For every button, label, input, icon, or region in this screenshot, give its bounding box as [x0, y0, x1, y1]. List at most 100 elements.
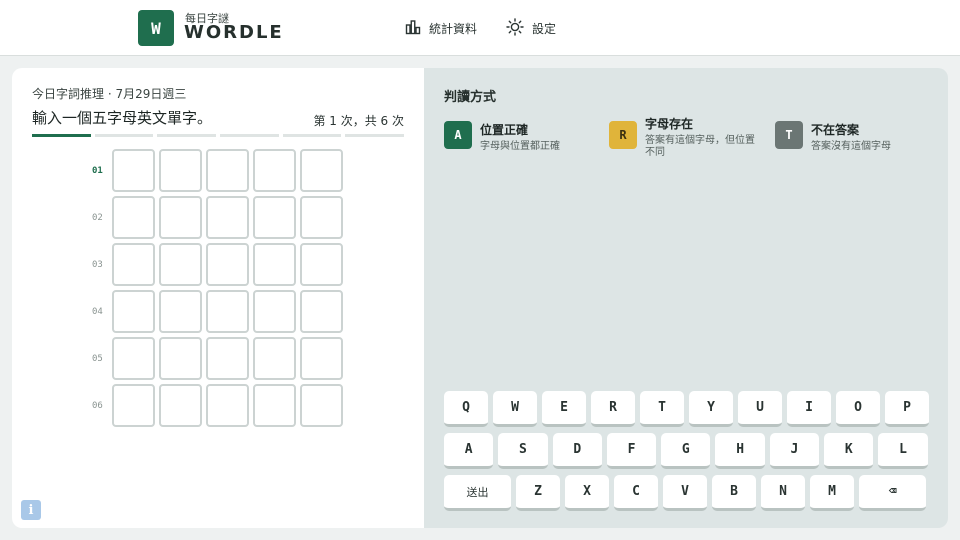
key-m[interactable]: M [810, 475, 854, 511]
letter-tile [159, 384, 202, 427]
progress-segment [282, 134, 342, 137]
key-n[interactable]: N [761, 475, 805, 511]
legend-badge: T [775, 121, 803, 149]
key-z[interactable]: Z [516, 475, 560, 511]
date-line: 今日字詞推理 · 7月29日週三 [32, 87, 187, 101]
letter-tile [112, 196, 155, 239]
key-v[interactable]: V [663, 475, 707, 511]
key-s[interactable]: S [498, 433, 548, 469]
keyboard-row-1: QWERTYUIOP [444, 391, 929, 427]
page-title: 輸入一個五字母英文單字。 [32, 109, 213, 127]
key-d[interactable]: D [552, 433, 602, 469]
key-g[interactable]: G [661, 433, 711, 469]
letter-tile [206, 337, 249, 380]
key-t[interactable]: T [640, 391, 684, 427]
key-b[interactable]: B [712, 475, 756, 511]
logo-title: WORDLE [184, 22, 284, 43]
guess-row: 05 [92, 335, 347, 382]
progress-segment [94, 134, 154, 137]
key-l[interactable]: L [878, 433, 928, 469]
letter-tile [159, 149, 202, 192]
row-number: 04 [92, 306, 103, 317]
legend-name: 字母存在 [645, 117, 694, 131]
progress-segment [345, 134, 405, 137]
letter-tile [206, 196, 249, 239]
letter-tile [300, 149, 343, 192]
letter-tile [206, 290, 249, 333]
letter-tile [300, 243, 343, 286]
key-f[interactable]: F [606, 433, 657, 469]
letter-tile [206, 243, 249, 286]
key-j[interactable]: J [769, 433, 820, 469]
top-bar: W 每日字謎 WORDLE 統計資料 設定 [0, 0, 960, 56]
key-i[interactable]: I [787, 391, 831, 427]
progress-segment [157, 134, 217, 137]
legend-desc: 答案沒有這個字母 [811, 141, 891, 152]
logo-badge: W [138, 10, 174, 46]
sun-gear-icon [506, 17, 524, 39]
letter-tile [253, 243, 296, 286]
row-number: 02 [92, 212, 103, 223]
guess-row: 02 [92, 194, 347, 241]
guess-row: 03 [92, 241, 347, 288]
progress-segment [32, 134, 91, 137]
letter-tile [159, 196, 202, 239]
side-panel: 判讀方式 A 位置正確 字母與位置都正確 R 字母存在 答案有這個字母，但位置不… [424, 68, 948, 528]
letter-tile [112, 243, 155, 286]
info-icon[interactable]: i [21, 500, 41, 520]
legend-name: 不在答案 [811, 123, 860, 137]
key-h[interactable]: H [715, 433, 765, 469]
row-number: 01 [92, 165, 103, 176]
letter-tile [206, 149, 249, 192]
progress-segment [220, 134, 279, 137]
letter-tile [159, 337, 202, 380]
key-k[interactable]: K [824, 433, 874, 469]
backspace-key[interactable]: ⌫ [859, 475, 926, 511]
key-w[interactable]: W [493, 391, 537, 427]
legend-title: 判讀方式 [444, 90, 497, 105]
key-q[interactable]: Q [444, 391, 488, 427]
letter-tile [300, 384, 343, 427]
stats-button[interactable]: 統計資料 [405, 18, 477, 38]
legend-badge: R [609, 121, 637, 149]
legend-badge: A [444, 121, 472, 149]
key-a[interactable]: A [444, 433, 494, 469]
letter-grid: 01 02 03 04 05 06 [92, 147, 347, 429]
key-c[interactable]: C [614, 475, 658, 511]
settings-button[interactable]: 設定 [506, 17, 557, 39]
key-r[interactable]: R [591, 391, 635, 427]
legend-item-present: R 字母存在 答案有這個字母，但位置不同 [609, 115, 757, 159]
letter-tile [300, 290, 343, 333]
attempt-counter: 第 1 次，共 6 次 [313, 114, 404, 128]
letter-tile [159, 290, 202, 333]
letter-tile [112, 149, 155, 192]
guess-row: 06 [92, 382, 347, 429]
key-y[interactable]: Y [689, 391, 733, 427]
key-x[interactable]: X [565, 475, 609, 511]
letter-tile [253, 384, 296, 427]
key-u[interactable]: U [738, 391, 782, 427]
legend-item-correct: A 位置正確 字母與位置都正確 [444, 121, 590, 153]
letter-tile [112, 290, 155, 333]
keyboard-row-2: ASDFGHJKL [444, 433, 928, 469]
game-board-panel: 今日字詞推理 · 7月29日週三 輸入一個五字母英文單字。 第 1 次，共 6 … [12, 68, 424, 528]
settings-label: 設定 [532, 21, 557, 36]
letter-tile [253, 149, 296, 192]
legend-item-absent: T 不在答案 答案沒有這個字母 [775, 121, 921, 153]
letter-tile [112, 384, 155, 427]
legend-desc: 字母與位置都正確 [480, 141, 560, 152]
letter-tile [159, 243, 202, 286]
letter-tile [300, 337, 343, 380]
key-o[interactable]: O [836, 391, 880, 427]
guess-row: 04 [92, 288, 347, 335]
letter-tile [253, 337, 296, 380]
key-p[interactable]: P [885, 391, 929, 427]
key-e[interactable]: E [542, 391, 586, 427]
letter-tile [253, 290, 296, 333]
guess-row: 01 [92, 147, 347, 194]
letter-tile [206, 384, 249, 427]
submit-key[interactable]: 送出 [444, 475, 511, 511]
letter-tile [112, 337, 155, 380]
keyboard-row-3: 送出 Z X C V B N M ⌫ [444, 475, 926, 511]
attempt-progress [32, 134, 405, 137]
